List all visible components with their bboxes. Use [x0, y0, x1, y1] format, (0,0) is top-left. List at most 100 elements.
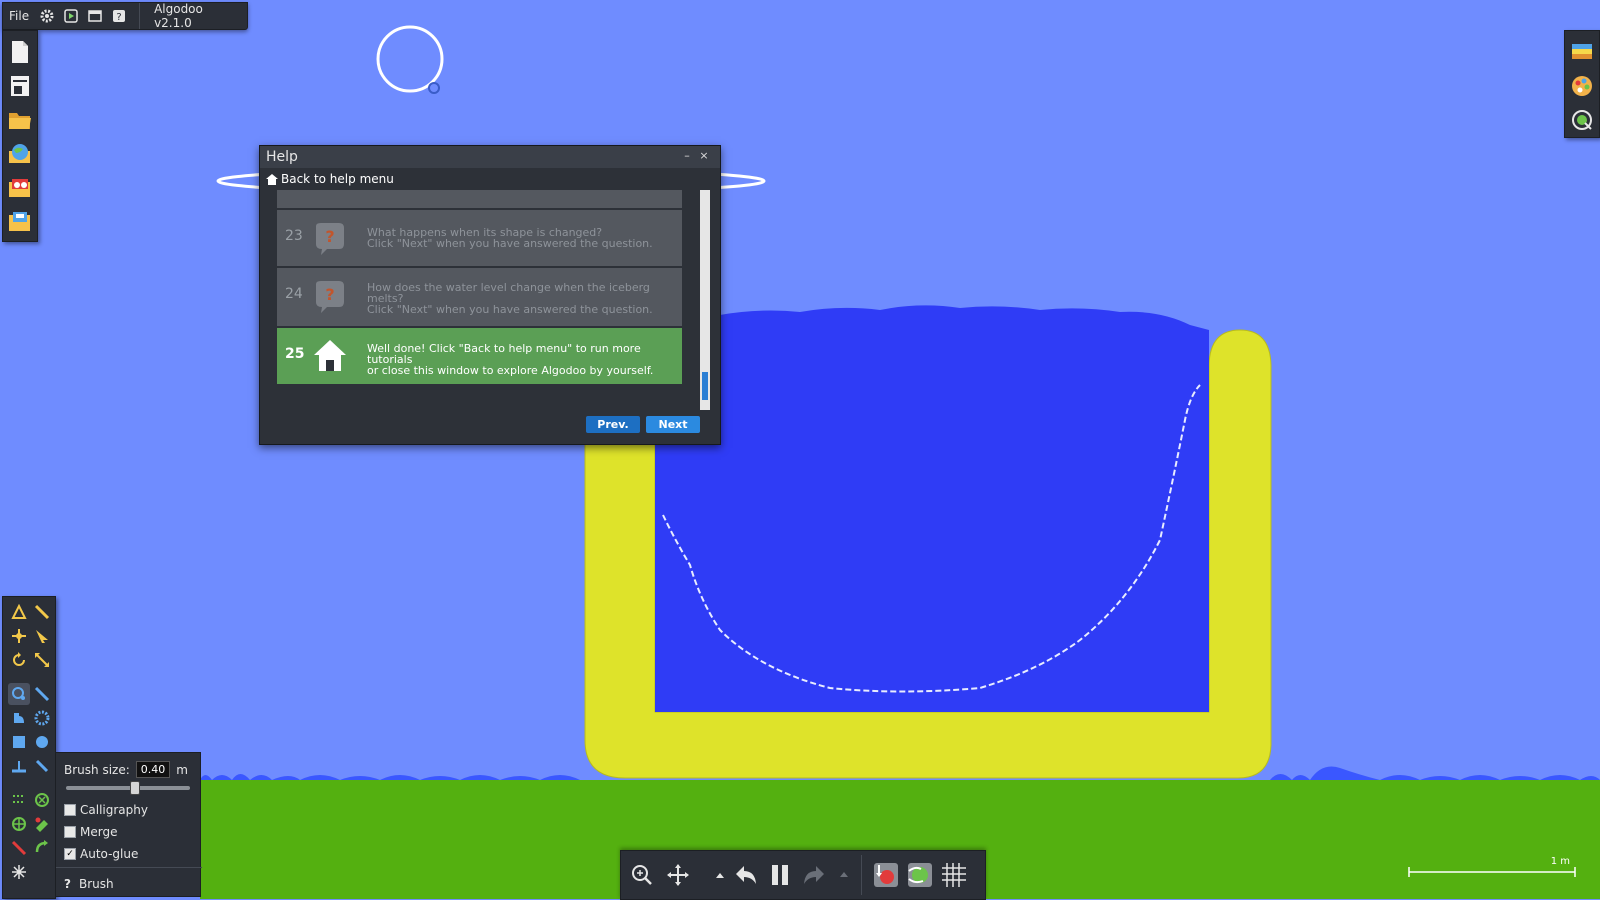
plane-tool-icon[interactable] [8, 755, 30, 777]
brush-tool-icon[interactable] [8, 683, 30, 705]
help-question-icon: ? [64, 877, 71, 891]
air-icon[interactable] [907, 862, 933, 888]
globe-icon[interactable] [7, 140, 33, 168]
palette-icon[interactable] [1569, 72, 1595, 100]
file-toolbar [2, 30, 38, 242]
calligraphy-label: Calligraphy [80, 803, 148, 817]
zoom-fit-icon[interactable] [1569, 106, 1595, 134]
merge-checkbox[interactable] [64, 826, 76, 838]
gear-tool-icon[interactable] [31, 707, 53, 729]
drag-tool-icon[interactable] [31, 625, 53, 647]
new-scene-icon[interactable] [7, 38, 33, 66]
view-toolbar [1564, 30, 1600, 138]
tutorial-step-24[interactable]: 24 ? How does the water level change whe… [277, 268, 682, 326]
box-tool-icon[interactable] [8, 731, 30, 753]
help-icon[interactable]: ? [112, 9, 126, 23]
step-number: 25 [285, 346, 305, 362]
fluid-tool-icon[interactable] [8, 861, 30, 883]
list-item [277, 190, 682, 208]
cut-tool-icon[interactable] [31, 601, 53, 623]
brush-size-label: Brush size: [64, 762, 130, 777]
brush-size-input[interactable]: 0.40 [135, 761, 171, 778]
down-arrow-icon[interactable] [831, 862, 857, 888]
file-menu[interactable]: File [3, 3, 35, 29]
tracer-tool-icon[interactable] [31, 837, 53, 859]
gravity-icon[interactable] [873, 862, 899, 888]
knife-tool-icon[interactable] [31, 683, 53, 705]
scale-tool-icon[interactable] [31, 649, 53, 671]
scale-bar: 1 m [1408, 856, 1576, 877]
play-scene-icon[interactable] [64, 9, 78, 23]
brush-size-unit: m [176, 762, 188, 777]
question-bubble-icon: ? [313, 222, 347, 255]
tutorial-steps-list: 23 ? What happens when its shape is chan… [277, 190, 682, 400]
step-text-line: How does the water level change when the… [367, 281, 650, 294]
autoglue-checkbox[interactable]: ✓ [64, 848, 76, 860]
redo-icon[interactable] [801, 862, 827, 888]
circle-tool-icon[interactable] [31, 731, 53, 753]
tutorial-step-23[interactable]: 23 ? What happens when its shape is chan… [277, 210, 682, 266]
step-number: 24 [285, 286, 303, 302]
autoglue-option[interactable]: ✓ Auto-glue [64, 847, 138, 861]
step-text-line: Click "Next" when you have answered the … [367, 237, 653, 250]
svg-text:?: ? [325, 227, 334, 246]
help-scrollbar[interactable] [700, 190, 710, 410]
window-icon[interactable] [88, 9, 102, 23]
undo-icon[interactable] [733, 862, 759, 888]
rotate-tool-icon[interactable] [8, 649, 30, 671]
step-text-line: Click "Next" when you have answered the … [367, 303, 653, 316]
autoglue-label: Auto-glue [80, 847, 139, 861]
svg-text:?: ? [116, 12, 121, 23]
help-window: Help – × Back to help menu 23 ? What hap… [259, 145, 721, 445]
zoom-icon[interactable] [629, 862, 655, 888]
up-arrow-icon[interactable] [707, 862, 733, 888]
step-text: Well done! Click "Back to help menu" to … [367, 343, 672, 376]
open-folder-icon[interactable] [7, 106, 33, 134]
prev-button[interactable]: Prev. [586, 416, 640, 433]
brush-size-slider-handle[interactable] [130, 781, 141, 795]
panel-divider [56, 867, 202, 868]
scene-library-icon[interactable] [7, 174, 33, 202]
step-text-line: Well done! Click "Back to help menu" to … [367, 342, 641, 366]
printer-icon[interactable] [7, 72, 33, 100]
app-title: Algodoo v2.1.0 [154, 2, 203, 30]
move-tool-icon[interactable] [8, 625, 30, 647]
laser-tool-icon[interactable] [8, 837, 30, 859]
close-button[interactable]: × [697, 148, 711, 164]
hinge-tool-icon[interactable] [31, 789, 53, 811]
minimize-button[interactable]: – [680, 148, 694, 164]
scrollbar-thumb[interactable] [702, 372, 708, 400]
back-link-label: Back to help menu [281, 172, 394, 186]
back-to-help-menu-link[interactable]: Back to help menu [266, 170, 394, 188]
brush-size-slider-track[interactable] [66, 781, 190, 795]
tutorial-step-25[interactable]: 25 Well done! Click "Back to help menu" … [277, 328, 682, 384]
water-body[interactable] [655, 305, 1209, 712]
chain-tool-icon[interactable] [8, 789, 30, 811]
fixate-tool-icon[interactable] [8, 707, 30, 729]
next-button[interactable]: Next [646, 416, 700, 433]
background-icon[interactable] [1569, 38, 1595, 66]
thruster-tool-icon[interactable] [31, 813, 53, 835]
grid-icon[interactable] [941, 862, 967, 888]
gear-icon[interactable] [40, 9, 54, 23]
menu-separator [139, 3, 141, 29]
calligraphy-option[interactable]: Calligraphy [64, 803, 148, 817]
top-menu-bar: File ? Algodoo v2.1.0 [2, 2, 248, 30]
calligraphy-checkbox[interactable] [64, 804, 76, 816]
merge-option[interactable]: Merge [64, 825, 117, 839]
step-number: 23 [285, 228, 303, 244]
help-title: Help [266, 149, 298, 165]
home-icon [266, 173, 278, 185]
save-folder-icon[interactable] [7, 208, 33, 236]
sketch-tool-icon[interactable] [8, 601, 30, 623]
pan-icon[interactable] [665, 862, 691, 888]
current-tool-label: Brush [78, 877, 114, 891]
home-icon [313, 338, 347, 371]
pause-icon[interactable] [767, 862, 793, 888]
simulation-canvas[interactable] [0, 0, 1600, 899]
question-bubble-icon: ? [313, 280, 347, 313]
axle-tool-icon[interactable] [8, 813, 30, 835]
brush-tool-help[interactable]: ? Brush [64, 877, 114, 891]
spring-tool-icon[interactable] [31, 755, 53, 777]
help-title-bar[interactable]: Help – × [260, 146, 720, 168]
